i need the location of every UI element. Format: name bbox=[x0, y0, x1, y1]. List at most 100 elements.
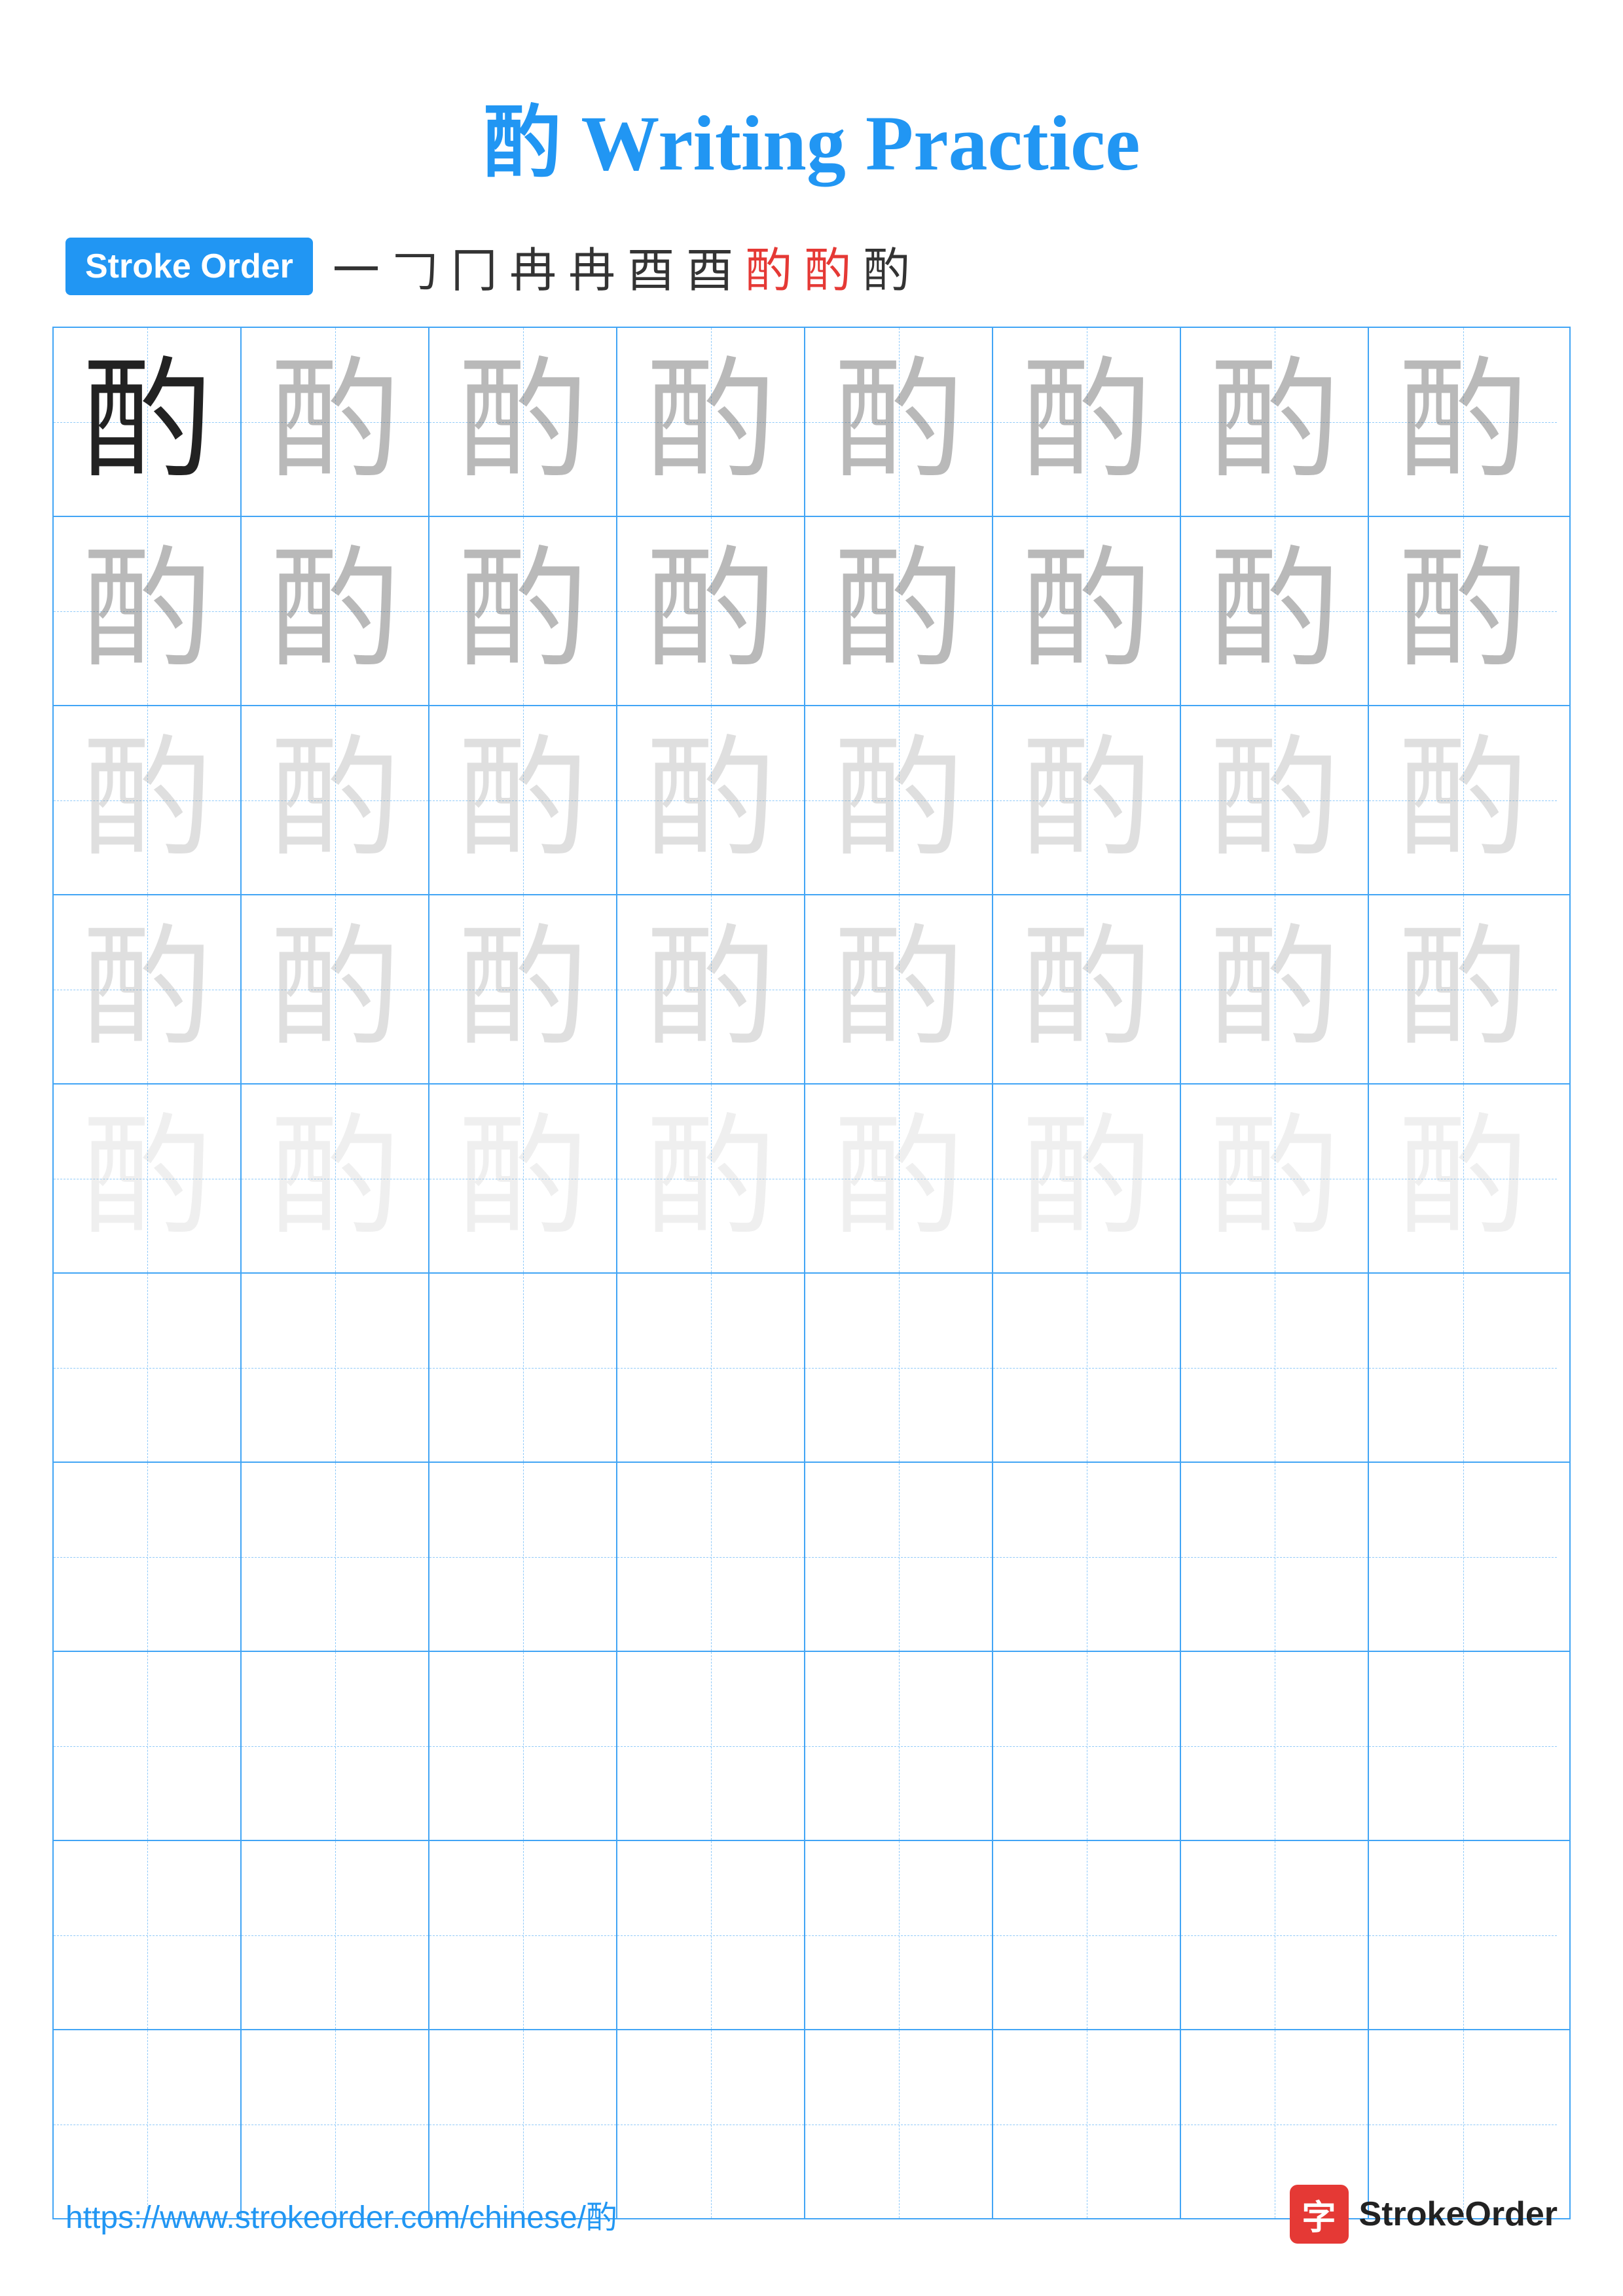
grid-cell[interactable]: 酌 bbox=[993, 1085, 1181, 1272]
grid-cell[interactable] bbox=[1369, 1652, 1557, 1840]
cell-character: 酌 bbox=[81, 924, 212, 1055]
grid-cell[interactable] bbox=[1369, 1274, 1557, 1462]
grid-cell[interactable] bbox=[993, 1841, 1181, 2029]
cell-character: 酌 bbox=[645, 546, 776, 677]
grid-cell[interactable]: 酌 bbox=[54, 706, 242, 894]
cell-character: 酌 bbox=[81, 546, 212, 677]
grid-cell[interactable]: 酌 bbox=[993, 895, 1181, 1083]
grid-cell[interactable]: 酌 bbox=[617, 895, 805, 1083]
grid-cell[interactable] bbox=[617, 1841, 805, 2029]
stroke-order-section: Stroke Order 一 𠃌 冂 冉 冉 酉 酉 酌 酌 酌 bbox=[0, 232, 1623, 300]
grid-cell[interactable]: 酌 bbox=[242, 895, 429, 1083]
stroke-5: 冉 bbox=[568, 232, 615, 300]
cell-character: 酌 bbox=[81, 735, 212, 866]
grid-cell[interactable]: 酌 bbox=[1369, 517, 1557, 705]
grid-cell[interactable]: 酌 bbox=[54, 1085, 242, 1272]
grid-cell[interactable] bbox=[805, 1841, 993, 2029]
grid-cell[interactable] bbox=[805, 1463, 993, 1651]
grid-cell[interactable] bbox=[993, 1274, 1181, 1462]
grid-cell[interactable]: 酌 bbox=[54, 328, 242, 516]
grid-cell[interactable]: 酌 bbox=[805, 706, 993, 894]
grid-cell[interactable]: 酌 bbox=[242, 706, 429, 894]
grid-cell[interactable] bbox=[54, 1463, 242, 1651]
grid-cell[interactable] bbox=[993, 1652, 1181, 1840]
grid-cell[interactable] bbox=[242, 1463, 429, 1651]
grid-cell[interactable]: 酌 bbox=[1369, 1085, 1557, 1272]
grid-cell[interactable] bbox=[1181, 1274, 1369, 1462]
grid-cell[interactable]: 酌 bbox=[429, 328, 617, 516]
stroke-1: 一 bbox=[333, 232, 380, 300]
grid-cell[interactable]: 酌 bbox=[993, 706, 1181, 894]
grid-cell[interactable]: 酌 bbox=[993, 328, 1181, 516]
cell-character: 酌 bbox=[1209, 357, 1340, 488]
grid-cell[interactable]: 酌 bbox=[617, 706, 805, 894]
grid-cell[interactable]: 酌 bbox=[242, 517, 429, 705]
grid-cell[interactable] bbox=[54, 1652, 242, 1840]
grid-cell[interactable]: 酌 bbox=[54, 895, 242, 1083]
grid-cell[interactable]: 酌 bbox=[993, 517, 1181, 705]
grid-cell[interactable] bbox=[805, 1274, 993, 1462]
cell-character: 酌 bbox=[1021, 1113, 1152, 1244]
cell-character: 酌 bbox=[269, 735, 400, 866]
grid-cell[interactable]: 酌 bbox=[805, 328, 993, 516]
cell-character: 酌 bbox=[457, 357, 588, 488]
grid-row: 酌酌酌酌酌酌酌酌 bbox=[54, 895, 1569, 1085]
grid-cell[interactable]: 酌 bbox=[429, 1085, 617, 1272]
grid-cell[interactable] bbox=[993, 1463, 1181, 1651]
grid-cell[interactable] bbox=[1369, 1463, 1557, 1651]
grid-cell[interactable]: 酌 bbox=[1181, 517, 1369, 705]
grid-cell[interactable] bbox=[429, 1841, 617, 2029]
grid-cell[interactable] bbox=[429, 1463, 617, 1651]
cell-character: 酌 bbox=[645, 357, 776, 488]
logo-text: StrokeOrder bbox=[1359, 2195, 1558, 2234]
grid-cell[interactable]: 酌 bbox=[54, 517, 242, 705]
grid-cell[interactable]: 酌 bbox=[617, 1085, 805, 1272]
cell-character: 酌 bbox=[1397, 546, 1528, 677]
stroke-8: 酌 bbox=[745, 232, 792, 300]
grid-cell[interactable] bbox=[1181, 1652, 1369, 1840]
cell-character: 酌 bbox=[833, 1113, 964, 1244]
grid-cell[interactable]: 酌 bbox=[617, 517, 805, 705]
grid-cell[interactable] bbox=[429, 1274, 617, 1462]
grid-cell[interactable] bbox=[617, 1463, 805, 1651]
grid-cell[interactable] bbox=[1181, 1841, 1369, 2029]
cell-character: 酌 bbox=[1397, 735, 1528, 866]
grid-cell[interactable]: 酌 bbox=[429, 895, 617, 1083]
cell-character: 酌 bbox=[457, 1113, 588, 1244]
cell-character: 酌 bbox=[1021, 735, 1152, 866]
grid-row bbox=[54, 1652, 1569, 1841]
grid-cell[interactable] bbox=[54, 1841, 242, 2029]
stroke-10: 酌 bbox=[863, 232, 910, 300]
grid-cell[interactable] bbox=[805, 1652, 993, 1840]
grid-cell[interactable] bbox=[242, 1841, 429, 2029]
grid-cell[interactable]: 酌 bbox=[429, 706, 617, 894]
cell-character: 酌 bbox=[269, 357, 400, 488]
footer: https://www.strokeorder.com/chinese/酌 字 … bbox=[0, 2185, 1623, 2244]
grid-cell[interactable] bbox=[54, 1274, 242, 1462]
grid-cell[interactable] bbox=[242, 1652, 429, 1840]
grid-cell[interactable]: 酌 bbox=[805, 517, 993, 705]
stroke-7: 酉 bbox=[686, 232, 733, 300]
grid-cell[interactable]: 酌 bbox=[805, 1085, 993, 1272]
grid-cell[interactable]: 酌 bbox=[1181, 328, 1369, 516]
grid-cell[interactable]: 酌 bbox=[1181, 1085, 1369, 1272]
grid-cell[interactable]: 酌 bbox=[242, 1085, 429, 1272]
grid-cell[interactable]: 酌 bbox=[429, 517, 617, 705]
grid-cell[interactable] bbox=[617, 1274, 805, 1462]
grid-cell[interactable]: 酌 bbox=[1181, 895, 1369, 1083]
grid-cell[interactable]: 酌 bbox=[1369, 706, 1557, 894]
stroke-3: 冂 bbox=[450, 232, 498, 300]
cell-character: 酌 bbox=[1209, 924, 1340, 1055]
grid-cell[interactable]: 酌 bbox=[617, 328, 805, 516]
grid-cell[interactable]: 酌 bbox=[1369, 328, 1557, 516]
grid-cell[interactable]: 酌 bbox=[1181, 706, 1369, 894]
cell-character: 酌 bbox=[1397, 924, 1528, 1055]
grid-cell[interactable] bbox=[1369, 1841, 1557, 2029]
grid-cell[interactable] bbox=[429, 1652, 617, 1840]
grid-cell[interactable] bbox=[1181, 1463, 1369, 1651]
grid-cell[interactable]: 酌 bbox=[1369, 895, 1557, 1083]
grid-cell[interactable] bbox=[242, 1274, 429, 1462]
grid-cell[interactable]: 酌 bbox=[242, 328, 429, 516]
grid-cell[interactable] bbox=[617, 1652, 805, 1840]
grid-cell[interactable]: 酌 bbox=[805, 895, 993, 1083]
